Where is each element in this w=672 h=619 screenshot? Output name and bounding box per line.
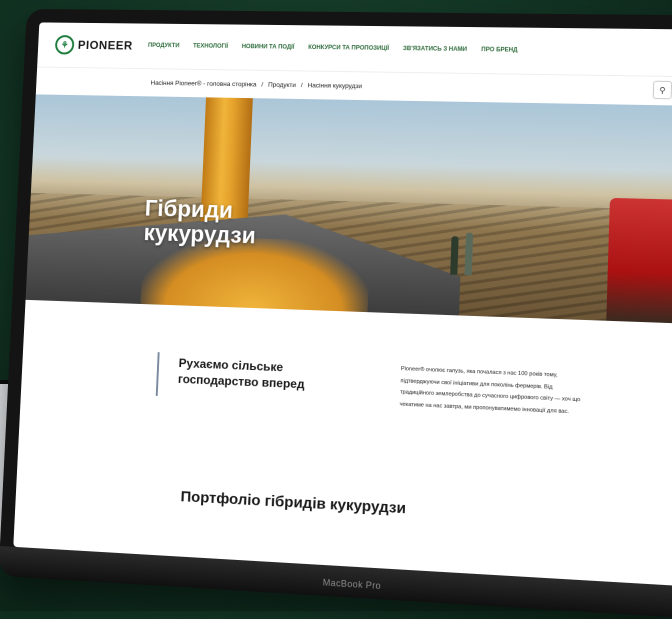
nav-about-brand[interactable]: ПРО БРЕНД [481, 47, 517, 53]
laptop-bezel: ⚘ PIONEER ПРОДУКТИ ТЕХНОЛОГІЇ НОВИНИ ТА … [0, 9, 672, 619]
farmers [450, 224, 482, 275]
pioneer-logo-icon: ⚘ [55, 35, 75, 54]
hero-banner: Гібриди кукурудзи [26, 94, 672, 323]
pioneer-logo[interactable]: ⚘ PIONEER [55, 35, 133, 55]
hero-title-line-2: кукурудзи [143, 221, 256, 249]
breadcrumb-home[interactable]: Насіння Pioneer® - головна сторінка [150, 79, 256, 88]
breadcrumb-products[interactable]: Продукти [268, 81, 296, 88]
breadcrumb: Насіння Pioneer® - головна сторінка / Пр… [150, 79, 362, 89]
nav-technologies[interactable]: ТЕХНОЛОГІЇ [193, 44, 228, 50]
hero-title: Гібриди кукурудзи [143, 196, 257, 249]
main-nav: ПРОДУКТИ ТЕХНОЛОГІЇ НОВИНИ ТА ПОДІЇ КОНК… [148, 43, 518, 54]
portfolio-title: Портфоліо гібридів кукурудзи [180, 488, 406, 517]
nav-products[interactable]: ПРОДУКТИ [148, 43, 180, 49]
nav-contact[interactable]: ЗВ'ЯЗАТИСЬ З НАМИ [403, 46, 467, 53]
accent-bar [156, 352, 160, 396]
intro-body: Pioneer® очолює галузь, яка почалася з н… [399, 364, 587, 419]
tractor [606, 198, 672, 324]
device-label: MacBook Pro [323, 577, 382, 591]
breadcrumb-current: Насіння кукурудзи [308, 82, 363, 90]
breadcrumb-separator: / [301, 82, 303, 89]
intro-section: Рухаємо сільське господарство вперед Pio… [19, 300, 672, 454]
search-button[interactable]: ⚲ [653, 81, 672, 100]
page-content: Рухаємо сільське господарство вперед Pio… [19, 300, 672, 454]
logo-text: PIONEER [78, 38, 133, 52]
search-icon: ⚲ [659, 85, 665, 94]
laptop-screen: ⚘ PIONEER ПРОДУКТИ ТЕХНОЛОГІЇ НОВИНИ ТА … [13, 22, 672, 586]
breadcrumb-separator: / [261, 81, 263, 88]
nav-news-events[interactable]: НОВИНИ ТА ПОДІЇ [242, 44, 295, 51]
nav-contests-offers[interactable]: КОНКУРСИ ТА ПРОПОЗИЦІЇ [308, 45, 389, 52]
laptop-mockup: ⚘ PIONEER ПРОДУКТИ ТЕХНОЛОГІЇ НОВИНИ ТА … [0, 0, 672, 611]
intro-heading: Рухаємо сільське господарство вперед [178, 355, 306, 393]
